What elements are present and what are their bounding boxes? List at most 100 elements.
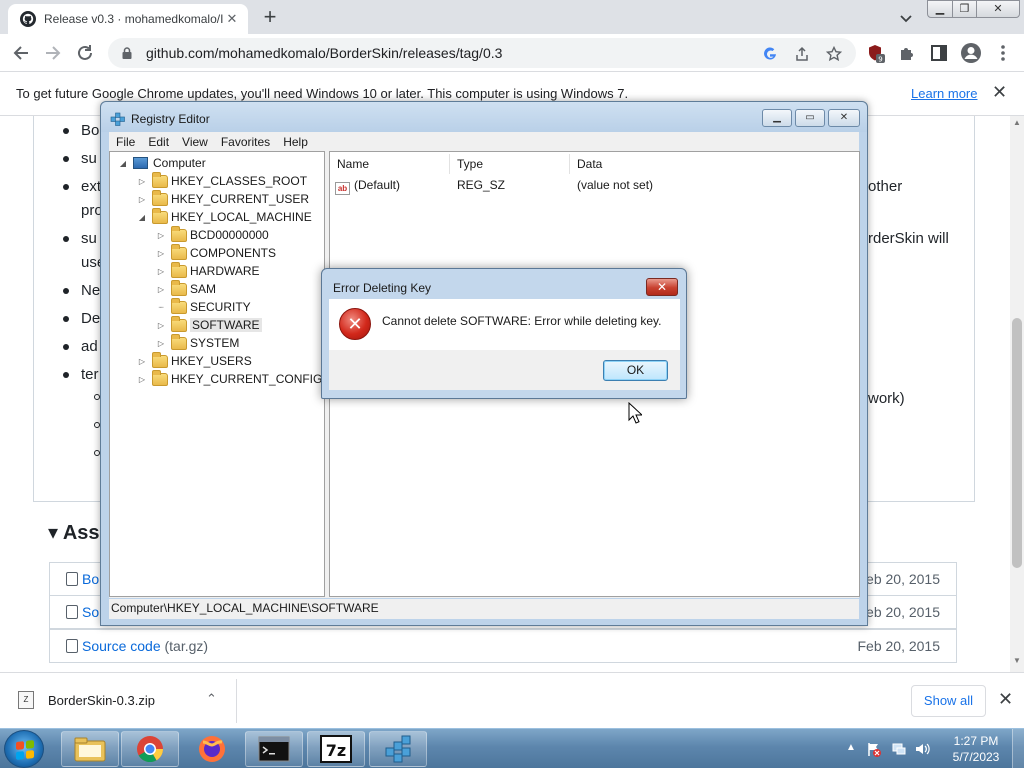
expand-arrow-icon[interactable]: ▷ [137,195,147,204]
regedit-minimize-button[interactable]: ▁ [762,109,792,127]
start-button[interactable] [4,730,44,768]
tree-node-hku[interactable]: ▷ HKEY_USERS [137,351,252,370]
folder-icon [171,261,187,278]
network-icon[interactable] [891,741,907,757]
forward-arrow-icon[interactable] [42,42,64,64]
tree-node-hkcu[interactable]: ▷ HKEY_CURRENT_USER [137,189,309,208]
menu-help[interactable]: Help [283,135,308,149]
info-bar-close-icon[interactable]: ✕ [992,82,1007,103]
bookmark-star-icon[interactable] [825,45,843,62]
tree-node-hklm[interactable]: ◢ HKEY_LOCAL_MACHINE [137,207,312,226]
action-center-flag-icon[interactable] [866,741,882,757]
value-row-name[interactable]: ab (Default) [335,176,401,195]
expand-arrow-icon[interactable]: ▷ [156,339,166,348]
folder-icon [152,171,168,188]
menu-view[interactable]: View [182,135,208,149]
chevron-up-icon[interactable]: ⌃ [206,691,217,707]
regedit-maximize-button[interactable]: ▭ [795,109,825,127]
asset-name[interactable]: Bo [82,571,99,587]
volume-icon[interactable] [914,741,930,757]
bullet-text: De [81,310,101,327]
tree-node-components[interactable]: ▷ COMPONENTS [156,243,276,262]
taskbar-explorer-button[interactable] [61,731,119,767]
expand-arrow-icon[interactable]: ▷ [137,177,147,186]
asset-ext: (tar.gz) [164,638,209,654]
back-arrow-icon[interactable] [10,42,32,64]
extension-shield-icon[interactable]: 9 [864,42,886,64]
asset-date: Feb 20, 2015 [857,571,940,587]
expand-arrow-icon[interactable]: ▷ [156,249,166,258]
dialog-close-button[interactable]: ✕ [646,278,678,296]
regedit-close-button[interactable]: ✕ [828,109,860,127]
column-header-data[interactable]: Data [570,154,859,174]
value-name: (Default) [354,178,401,192]
tree-node-label: SYSTEM [190,336,240,350]
tray-expand-icon[interactable]: ▲ [846,742,856,753]
menu-edit[interactable]: Edit [148,135,169,149]
clock-time: 1:27 PM [953,734,999,748]
learn-more-link[interactable]: Learn more [911,86,977,101]
expand-arrow-icon[interactable]: ▷ [156,231,166,240]
tree-node-hkcc[interactable]: ▷ HKEY_CURRENT_CONFIG [137,369,322,388]
window-restore-button[interactable]: ❐ [952,0,977,18]
expand-arrow-icon[interactable]: ▷ [156,321,166,330]
expand-arrow-icon[interactable]: ▷ [156,285,166,294]
expand-arrow-icon[interactable]: ▷ [137,357,147,366]
reload-icon[interactable] [74,42,96,64]
regedit-title: Registry Editor [131,112,210,126]
expand-arrow-icon[interactable]: ▷ [137,375,147,384]
bullet-text: Bo [81,122,100,139]
collapse-arrow-icon[interactable]: ◢ [118,159,128,168]
show-all-button[interactable]: Show all [911,685,986,717]
chrome-menu-icon[interactable] [992,42,1014,64]
tree-node-bcd[interactable]: ▷ BCD00000000 [156,225,269,244]
lock-icon[interactable] [120,46,134,60]
expand-arrow-icon[interactable]: ▷ [156,267,166,276]
tab-close-icon[interactable]: ✕ [224,11,240,27]
system-clock[interactable]: 1:27 PM 5/7/2023 [944,733,1008,765]
tree-node-label: SOFTWARE [190,318,262,332]
taskbar-7zip-button[interactable]: 7z [307,731,365,767]
taskbar-chrome-button[interactable] [121,731,179,767]
google-icon[interactable] [762,46,778,62]
menu-file[interactable]: File [116,135,135,149]
tree-node-security[interactable]: ┈ SECURITY [156,297,251,316]
download-bar-close-icon[interactable]: ✕ [998,689,1013,710]
new-tab-button[interactable]: + [258,6,282,30]
column-header-name[interactable]: Name [330,154,450,174]
tree-node-label: HKEY_LOCAL_MACHINE [171,210,312,224]
taskbar-regedit-button[interactable] [369,731,427,767]
window-minimize-button[interactable]: ▁ [927,0,953,18]
collapse-arrow-icon[interactable]: ◢ [137,213,147,222]
browser-toolbar: github.com/mohamedkomalo/BorderSkin/rele… [0,34,1024,72]
scrollbar-thumb[interactable] [1012,318,1022,568]
tree-node-hkcr[interactable]: ▷ HKEY_CLASSES_ROOT [137,171,307,190]
menu-favorites[interactable]: Favorites [221,135,270,149]
tree-node-system[interactable]: ▷ SYSTEM [156,333,240,352]
address-bar[interactable]: github.com/mohamedkomalo/BorderSkin/rele… [108,38,856,68]
extensions-puzzle-icon[interactable] [896,42,918,64]
ok-button[interactable]: OK [603,360,668,381]
page-scrollbar[interactable]: ▲ ▼ [1010,116,1024,672]
scroll-down-arrow-icon[interactable]: ▼ [1013,656,1021,665]
scroll-up-arrow-icon[interactable]: ▲ [1013,118,1021,127]
tree-node-hardware[interactable]: ▷ HARDWARE [156,261,260,280]
side-panel-icon[interactable] [928,42,950,64]
asset-name[interactable]: Source code (tar.gz) [82,638,208,654]
show-desktop-button[interactable] [1012,729,1024,768]
column-header-type[interactable]: Type [450,154,570,174]
tree-node-computer[interactable]: ◢ Computer [118,154,206,172]
browser-tab[interactable]: Release v0.3 · mohamedkomalo/I ✕ [8,4,248,34]
taskbar-cmd-button[interactable] [245,731,303,767]
tab-search-icon[interactable] [896,8,916,28]
share-icon[interactable] [794,46,810,62]
tree-node-sam[interactable]: ▷ SAM [156,279,216,298]
window-close-button[interactable]: ✕ [976,0,1020,18]
profile-avatar-icon[interactable] [960,42,982,64]
asset-row[interactable]: Source code (tar.gz) Feb 20, 2015 [49,629,957,663]
regedit-title-bar[interactable]: Registry Editor ▁ ▭ ✕ [101,102,867,132]
download-item[interactable]: Z BorderSkin-0.3.zip [18,691,155,709]
bullet-text: su [81,150,97,167]
taskbar-firefox-button[interactable] [183,731,241,767]
tree-node-software[interactable]: ▷ SOFTWARE [156,315,262,334]
